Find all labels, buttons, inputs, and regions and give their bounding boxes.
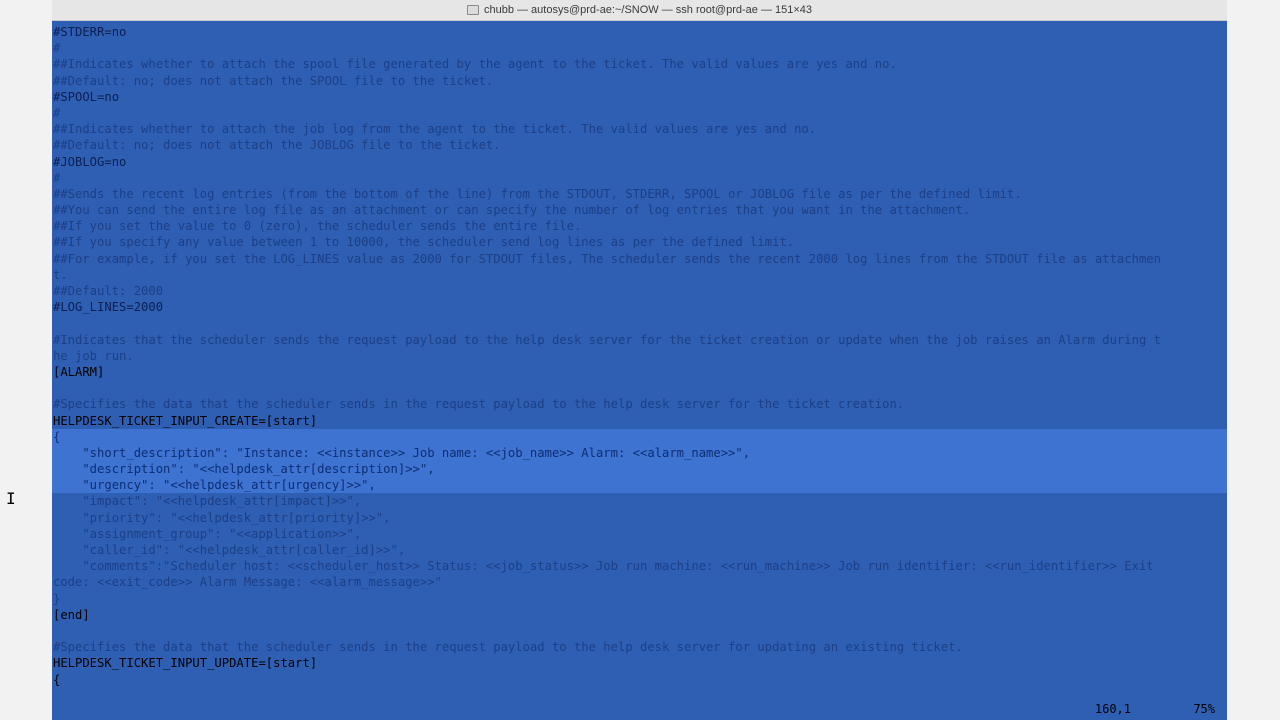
terminal-content[interactable]: #STDERR=no # ##Indicates whether to attach… bbox=[52, 20, 1227, 700]
terminal-line: #SPOOL=no bbox=[53, 89, 120, 104]
terminal-line: ##Indicates whether to attach the spool … bbox=[53, 57, 897, 72]
terminal-line: he job run. bbox=[53, 348, 134, 363]
terminal-line: # bbox=[53, 170, 61, 185]
terminal-line: HELPDESK_TICKET_INPUT_UPDATE=[start] bbox=[53, 656, 318, 671]
terminal-line: ##Default: no; does not attach the JOBLO… bbox=[53, 138, 501, 153]
terminal-line: #LOG_LINES=2000 bbox=[53, 300, 164, 315]
terminal-line: "caller_id": "<<helpdesk_attr[caller_id]… bbox=[53, 543, 406, 557]
terminal-line: ##Sends the recent log entries (from the… bbox=[53, 186, 1022, 201]
terminal-line: ##Indicates whether to attach the job lo… bbox=[53, 122, 817, 137]
terminal-line: "urgency": "<<helpdesk_attr[urgency]>>", bbox=[52, 477, 1227, 494]
terminal-line: "short_description": "Instance: <<instan… bbox=[52, 444, 1227, 462]
terminal-line: "impact": "<<helpdesk_attr[impact]>>", bbox=[53, 494, 362, 509]
terminal-line: ##If you set the value to 0 (zero), the … bbox=[53, 219, 582, 234]
terminal-line: { bbox=[53, 672, 61, 687]
folder-icon bbox=[466, 5, 479, 15]
terminal-line: [end] bbox=[53, 607, 90, 622]
cursor-position: 160,1 bbox=[1094, 702, 1131, 716]
terminal-line: HELPDESK_TICKET_INPUT_CREATE=[start] bbox=[53, 413, 318, 428]
terminal-line: #Indicates that the scheduler sends the … bbox=[53, 332, 1161, 347]
terminal-line: } bbox=[53, 591, 61, 606]
terminal-line: #JOBLOG=no bbox=[53, 154, 127, 169]
text-cursor-icon: I bbox=[6, 489, 16, 508]
vim-status-line: 160,1 75% bbox=[52, 700, 1227, 718]
terminal-line: # bbox=[53, 41, 61, 56]
terminal-line: #Specifies the data that the scheduler s… bbox=[53, 640, 963, 655]
terminal-line: ##If you specify any value between 1 to … bbox=[53, 235, 795, 250]
window-title-wrap: chubb — autosys@prd-ae:~/SNOW — ssh root… bbox=[466, 4, 813, 16]
terminal-window[interactable]: chubb — autosys@prd-ae:~/SNOW — ssh root… bbox=[52, 0, 1227, 720]
title-bar[interactable]: chubb — autosys@prd-ae:~/SNOW — ssh root… bbox=[52, 0, 1227, 21]
window-title: chubb — autosys@prd-ae:~/SNOW — ssh root… bbox=[483, 4, 813, 16]
terminal-line: "description": "<<helpdesk_attr[descript… bbox=[52, 461, 1227, 478]
terminal-line: #STDERR=no bbox=[53, 25, 127, 39]
terminal-line: "priority": "<<helpdesk_attr[priority]>>… bbox=[53, 510, 391, 525]
terminal-line: #Specifies the data that the scheduler s… bbox=[53, 397, 905, 412]
terminal-line: t. bbox=[53, 267, 68, 282]
terminal-line: code: <<exit_code>> Alarm Message: <<ala… bbox=[53, 575, 442, 590]
terminal-line: ##Default: 2000 bbox=[53, 284, 164, 298]
terminal-line: ##You can send the entire log file as an… bbox=[53, 203, 971, 218]
terminal-line: # bbox=[53, 105, 61, 120]
terminal-line: "assignment_group": "<<application>>", bbox=[53, 526, 362, 541]
terminal-line: [ALARM] bbox=[53, 364, 105, 379]
terminal-line: ##For example, if you set the LOG_LINES … bbox=[53, 251, 1161, 266]
terminal-line: { bbox=[52, 428, 1227, 445]
terminal-line: "comments":"Scheduler host: <<scheduler_… bbox=[53, 559, 1154, 574]
scroll-percent: 75% bbox=[1193, 702, 1215, 716]
terminal-line: ##Default: no; does not attach the SPOOL… bbox=[53, 73, 494, 88]
